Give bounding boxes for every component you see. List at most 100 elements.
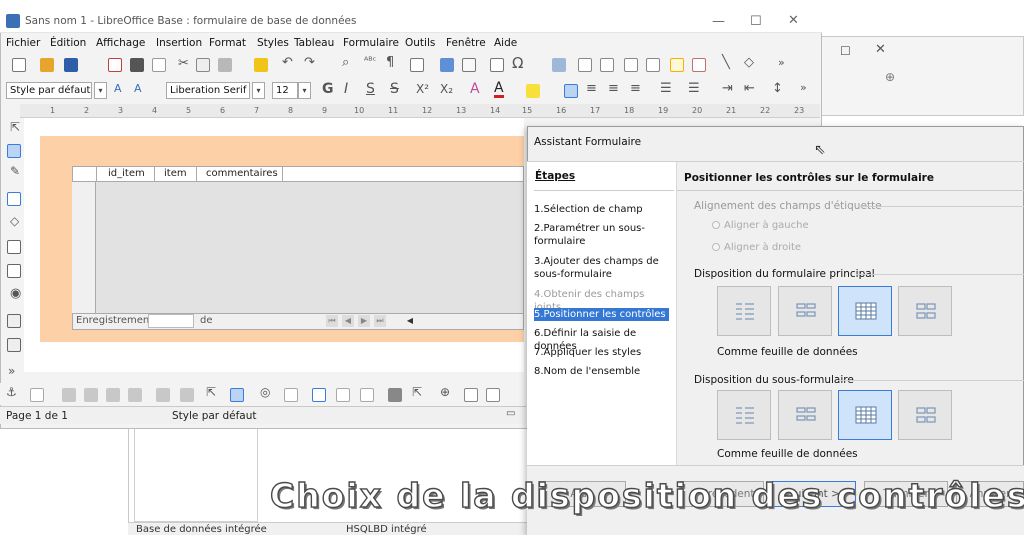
print-preview-icon[interactable]	[152, 58, 166, 72]
print-icon[interactable]	[130, 58, 144, 72]
align-objects-icon[interactable]	[30, 388, 44, 402]
bold-icon[interactable]: G	[322, 81, 334, 97]
toolbar-more-icon[interactable]: »	[778, 56, 785, 69]
form-navigator-icon[interactable]: ◎	[260, 385, 270, 399]
sub-layout-datasheet-button[interactable]	[838, 390, 892, 440]
previous-record-button[interactable]: ◀	[342, 315, 354, 327]
exit-group-icon[interactable]	[180, 388, 194, 402]
snap-to-grid-icon[interactable]	[486, 388, 500, 402]
hyperlink-icon[interactable]	[552, 58, 566, 72]
design-mode-toggle-icon[interactable]	[230, 388, 244, 402]
underline-icon[interactable]: S	[366, 81, 375, 97]
insert-image-icon[interactable]	[440, 58, 454, 72]
menu-edition[interactable]: Édition	[50, 37, 86, 49]
enter-group-icon[interactable]	[156, 388, 170, 402]
menu-formulaire[interactable]: Formulaire	[343, 37, 399, 49]
globe-icon[interactable]: ⊕	[885, 70, 895, 84]
menu-fichier[interactable]: Fichier	[6, 37, 40, 49]
more-controls-icon[interactable]: »	[8, 364, 15, 378]
line-icon[interactable]: ╲	[722, 55, 730, 70]
maximize-button[interactable]: ☐	[750, 14, 762, 29]
menu-affichage[interactable]: Affichage	[96, 37, 145, 49]
page-break-icon[interactable]	[600, 58, 614, 72]
first-record-button[interactable]: ⏮	[326, 315, 338, 327]
menu-insertion[interactable]: Insertion	[156, 37, 202, 49]
tab-order-icon[interactable]	[336, 388, 350, 402]
menu-outils[interactable]: Outils	[405, 37, 435, 49]
decrease-indent-icon[interactable]: ⇤	[744, 81, 755, 96]
spellcheck-icon[interactable]: ᴬᴮᶜ	[364, 56, 376, 67]
main-layout-blocks-button[interactable]	[898, 286, 952, 336]
paragraph-style-arrow[interactable]: ▾	[94, 82, 107, 99]
align-center-icon[interactable]: ≡	[586, 81, 597, 96]
font-color-icon[interactable]: A	[494, 81, 504, 98]
main-layout-columnar-left-button[interactable]	[717, 286, 771, 336]
send-back-icon[interactable]	[84, 388, 98, 402]
update-style-icon[interactable]: A	[114, 82, 122, 95]
auto-focus-icon[interactable]: ⇱	[412, 385, 422, 399]
clone-formatting-icon[interactable]	[254, 58, 268, 72]
formatting-marks-icon[interactable]: ¶	[386, 55, 394, 70]
group-icon[interactable]	[106, 388, 120, 402]
paste-icon[interactable]	[218, 58, 232, 72]
new-style-icon[interactable]: A	[134, 82, 142, 95]
menu-format[interactable]: Format	[209, 37, 246, 49]
step-arrange-controls[interactable]: 5.Positionner les contrôles	[534, 308, 669, 321]
italic-icon[interactable]: I	[344, 81, 348, 97]
find-replace-icon[interactable]: ⌕	[342, 55, 349, 70]
redo-icon[interactable]: ↷	[304, 55, 315, 70]
highlight-icon[interactable]	[526, 84, 540, 98]
step-select-fields[interactable]: 1.Sélection de champ	[534, 203, 674, 216]
clear-formatting-icon[interactable]: A	[470, 81, 480, 97]
subscript-icon[interactable]: X₂	[440, 82, 453, 96]
copy-icon[interactable]	[196, 58, 210, 72]
line-spacing-icon[interactable]: ↕	[772, 81, 783, 96]
comment-icon[interactable]	[670, 58, 684, 72]
menu-aide[interactable]: Aide	[494, 37, 517, 49]
step-setup-subform[interactable]: 2.Paramétrer un sous-formulaire	[534, 222, 674, 248]
basic-shapes-icon[interactable]: ◇	[744, 55, 754, 70]
position-size-icon[interactable]: ⊕	[440, 385, 450, 399]
add-field-icon[interactable]	[360, 388, 374, 402]
last-record-button[interactable]: ⏭	[374, 315, 386, 327]
toolbar2-more-icon[interactable]: »	[800, 81, 807, 94]
check-box-icon[interactable]	[7, 264, 21, 278]
column-header-id-item[interactable]: id_item	[108, 168, 145, 179]
close-button[interactable]: ✕	[788, 13, 799, 28]
save-icon[interactable]	[64, 58, 78, 72]
column-header-commentaires[interactable]: commentaires	[206, 168, 278, 179]
paragraph-style-dropdown[interactable]: Style par défaut	[6, 82, 92, 99]
sub-layout-blocks-button[interactable]	[898, 390, 952, 440]
superscript-icon[interactable]: X²	[416, 82, 429, 96]
column-header-item[interactable]: item	[164, 168, 187, 179]
sub-layout-columnar-top-button[interactable]	[778, 390, 832, 440]
font-name-arrow[interactable]: ▾	[252, 82, 265, 99]
table-control[interactable]	[72, 166, 524, 316]
footnote-icon[interactable]	[578, 58, 592, 72]
numbering-icon[interactable]: ☰	[688, 81, 700, 96]
font-size-dropdown[interactable]: 12	[272, 82, 298, 99]
align-left-icon[interactable]	[564, 84, 578, 98]
bookmark-icon[interactable]	[646, 58, 660, 72]
track-changes-icon[interactable]	[692, 58, 706, 72]
open-folder-icon[interactable]	[40, 58, 54, 72]
pointer-icon[interactable]: ⇱	[206, 385, 216, 399]
back-window-close-button[interactable]: ✕	[875, 42, 886, 57]
text-box-icon[interactable]	[7, 240, 21, 254]
form-design-icon[interactable]	[7, 192, 21, 206]
menu-styles[interactable]: Styles	[257, 37, 289, 49]
step-set-name[interactable]: 8.Nom de l'ensemble	[534, 365, 674, 378]
design-mode-icon[interactable]	[7, 144, 21, 158]
minimize-button[interactable]: —	[712, 14, 725, 29]
align-left-radio[interactable]: Aligner à gauche	[712, 220, 809, 231]
record-number-input[interactable]	[148, 314, 194, 328]
scroll-left-button[interactable]: ◀	[404, 315, 416, 327]
control-wizards-icon[interactable]: ✎	[10, 164, 20, 178]
view-layout-icon[interactable]: ▭	[506, 408, 515, 419]
insert-field-icon[interactable]	[490, 58, 504, 72]
menu-fenetre[interactable]: Fenêtre	[446, 37, 486, 49]
strikethrough-icon[interactable]: S	[390, 81, 399, 97]
main-layout-datasheet-button[interactable]	[838, 286, 892, 336]
step-apply-styles[interactable]: 7.Appliquer les styles	[534, 346, 674, 359]
export-pdf-icon[interactable]	[108, 58, 122, 72]
